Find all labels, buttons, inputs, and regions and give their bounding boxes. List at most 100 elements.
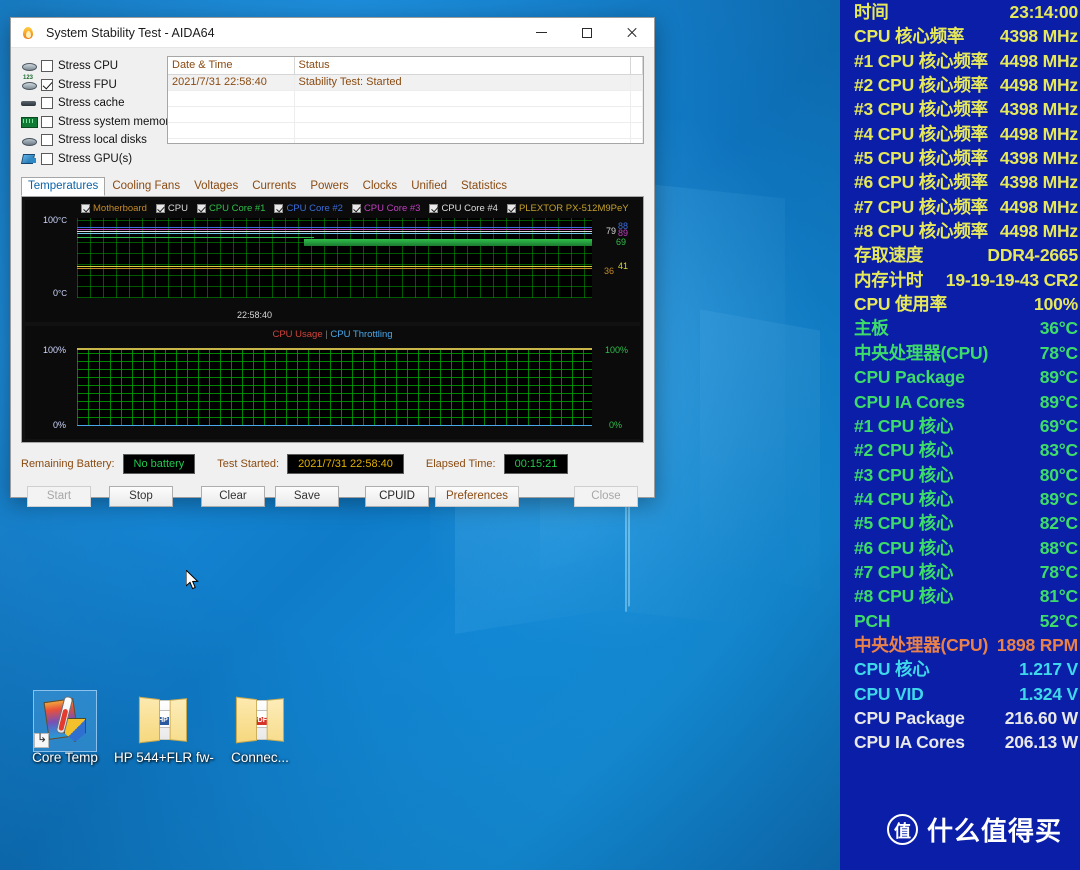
legend-item-cpu-core-3[interactable]: CPU Core #3 xyxy=(351,202,421,214)
stop-button[interactable]: Stop xyxy=(109,485,173,507)
legend-item-cpu-core-2[interactable]: CPU Core #2 xyxy=(274,203,343,214)
stress-option-label: Stress cache xyxy=(58,97,125,109)
legend-label: Motherboard xyxy=(93,202,147,214)
status-log[interactable]: Date & Time Status 2021/7/31 22:58:40 St… xyxy=(167,56,644,144)
osd-row: #7 CPU 核心频率 4498 MHz xyxy=(840,195,1080,219)
minimize-icon xyxy=(536,32,547,33)
osd-row-value: 23:14:00 xyxy=(1009,2,1079,22)
tab-clocks[interactable]: Clocks xyxy=(356,177,405,196)
osd-rows: 时间 23:14:00 CPU 核心频率 4398 MHz #1 CPU 核心频率 449… xyxy=(840,0,1080,755)
stress-cpu-checkbox[interactable] xyxy=(41,60,53,72)
folder-pdf-icon: PDF xyxy=(211,694,309,750)
osd-row-value: 1.217 V xyxy=(1019,659,1078,680)
osd-row: #1 CPU 核心频率 4498 MHz xyxy=(840,49,1080,73)
osd-row-value: 1898 RPM xyxy=(996,634,1078,655)
stress-option-memory[interactable]: Stress system memory xyxy=(21,114,175,130)
trace-cpu-throttling xyxy=(77,425,592,426)
start-button[interactable]: Start xyxy=(27,485,91,507)
osd-row-key: 中央处理器(CPU) xyxy=(854,342,989,363)
tab-powers[interactable]: Powers xyxy=(303,177,355,196)
close-action-button[interactable]: Close xyxy=(574,485,638,507)
tab-statistics[interactable]: Statistics xyxy=(454,177,514,196)
osd-row-value: 4398 MHz xyxy=(999,99,1078,120)
legend-item-motherboard[interactable]: Motherboard xyxy=(81,203,147,214)
stress-cache-checkbox[interactable] xyxy=(41,97,53,109)
tab-voltages[interactable]: Voltages xyxy=(187,177,245,196)
legend-checkbox[interactable] xyxy=(429,203,439,213)
temperature-chart: Motherboard CPU CPU Core #1 CPU Core #2 xyxy=(25,200,640,322)
legend-label: CPU Core #2 xyxy=(286,202,343,214)
log-column-status[interactable]: Status xyxy=(294,57,631,75)
stress-gpu-checkbox[interactable] xyxy=(41,152,53,165)
stress-disks-checkbox[interactable] xyxy=(41,134,53,146)
title-cpu-usage: CPU Usage xyxy=(272,329,323,340)
legend-checkbox[interactable] xyxy=(506,203,516,213)
stress-option-fpu[interactable]: Stress FPU xyxy=(21,75,157,93)
stress-memory-checkbox[interactable] xyxy=(41,115,53,128)
log-cell-spacer xyxy=(630,74,643,91)
elapsed-time-label: Elapsed Time: xyxy=(425,458,496,470)
osd-row: #4 CPU 核心频率 4498 MHz xyxy=(840,122,1080,146)
legend-label: CPU xyxy=(167,202,188,214)
tab-cooling-fans[interactable]: Cooling Fans xyxy=(105,177,187,196)
window-body: Stress CPU Stress FPU Stress cache Stres… xyxy=(11,48,654,507)
desktop-icon-core-temp[interactable]: Core Temp xyxy=(16,690,114,765)
cpu-usage-chart: CPU Usage | CPU Throttling 100% 0% 100% … xyxy=(25,326,640,439)
legend-checkbox[interactable] xyxy=(196,203,206,213)
legend-checkbox[interactable] xyxy=(274,203,284,213)
osd-row-key: #5 CPU 核心频率 xyxy=(854,148,988,169)
preferences-button[interactable]: Preferences xyxy=(435,485,520,507)
legend-item-cpu[interactable]: CPU xyxy=(155,202,188,214)
legend-item-cpu-core-4[interactable]: CPU Core #4 xyxy=(429,203,498,214)
legend-label: CPU Core #3 xyxy=(363,202,421,214)
stress-option-label: Stress system memory xyxy=(58,115,175,128)
table-row[interactable]: 2021/7/31 22:58:40 Stability Test: Start… xyxy=(168,74,643,91)
stress-option-cache[interactable]: Stress cache xyxy=(21,95,157,111)
osd-row: 内存计时 19-19-19-43 CR2 xyxy=(840,268,1080,292)
legend-checkbox[interactable] xyxy=(351,203,361,213)
minimize-button[interactable] xyxy=(519,18,564,48)
osd-row: #6 CPU 核心 88°C xyxy=(840,536,1080,560)
save-button[interactable]: Save xyxy=(275,485,339,507)
osd-row-value: 4498 MHz xyxy=(999,196,1078,217)
legend-item-cpu-core-1[interactable]: CPU Core #1 xyxy=(196,203,265,214)
osd-row-key: #6 CPU 核心频率 xyxy=(854,172,988,193)
folder-icon: HP xyxy=(114,694,212,750)
stress-option-gpu[interactable]: Stress GPU(s) xyxy=(21,151,157,167)
legend-item-plextor[interactable]: PLEXTOR PX-512M9PeY xyxy=(506,203,629,214)
maximize-button[interactable] xyxy=(564,18,609,48)
tab-currents[interactable]: Currents xyxy=(245,177,303,196)
cpuid-button[interactable]: CPUID xyxy=(365,485,429,507)
tab-unified[interactable]: Unified xyxy=(404,177,454,196)
stress-option-label: Stress GPU(s) xyxy=(58,152,133,165)
osd-row: 时间 23:14:00 xyxy=(840,0,1080,24)
osd-row-value: 100% xyxy=(1034,294,1078,315)
stress-option-cpu[interactable]: Stress CPU xyxy=(21,58,157,74)
close-icon xyxy=(626,27,637,38)
sensor-osd-panel: 时间 23:14:00 CPU 核心频率 4398 MHz #1 CPU 核心频率 449… xyxy=(840,0,1080,870)
table-row xyxy=(168,90,643,107)
stress-option-disks[interactable]: Stress local disks xyxy=(21,132,157,148)
osd-row-key: #6 CPU 核心 xyxy=(854,537,954,558)
trace-cpu xyxy=(77,231,592,232)
osd-row-key: 时间 xyxy=(854,2,889,22)
legend-checkbox[interactable] xyxy=(155,203,165,213)
desktop-icon-fw-folder[interactable]: PDF Connec... xyxy=(211,694,309,765)
stress-fpu-checkbox[interactable] xyxy=(41,78,53,91)
stress-option-label: Stress local disks xyxy=(58,134,147,146)
stress-options-list: Stress CPU Stress FPU Stress cache Stres… xyxy=(21,56,175,169)
window-titlebar[interactable]: System Stability Test - AIDA64 xyxy=(11,18,654,48)
watermark-text: 什么值得买 xyxy=(926,817,1062,847)
osd-row: 中央处理器(CPU) 1898 RPM xyxy=(840,633,1080,657)
close-button[interactable] xyxy=(609,18,654,48)
log-column-datetime[interactable]: Date & Time xyxy=(168,57,295,75)
osd-row: #7 CPU 核心 78°C xyxy=(840,560,1080,584)
tab-temperatures[interactable]: Temperatures xyxy=(21,177,106,196)
osd-row-key: CPU IA Cores xyxy=(854,391,965,412)
log-header-row: Date & Time Status xyxy=(168,57,643,75)
osd-row-value: 89°C xyxy=(1039,367,1079,388)
legend-checkbox[interactable] xyxy=(81,203,90,213)
osd-row: CPU Package 216.60 W xyxy=(840,706,1080,730)
desktop-icon-hp-folder[interactable]: HP HP 544+FLR fw- xyxy=(114,694,214,765)
clear-button[interactable]: Clear xyxy=(201,485,265,507)
